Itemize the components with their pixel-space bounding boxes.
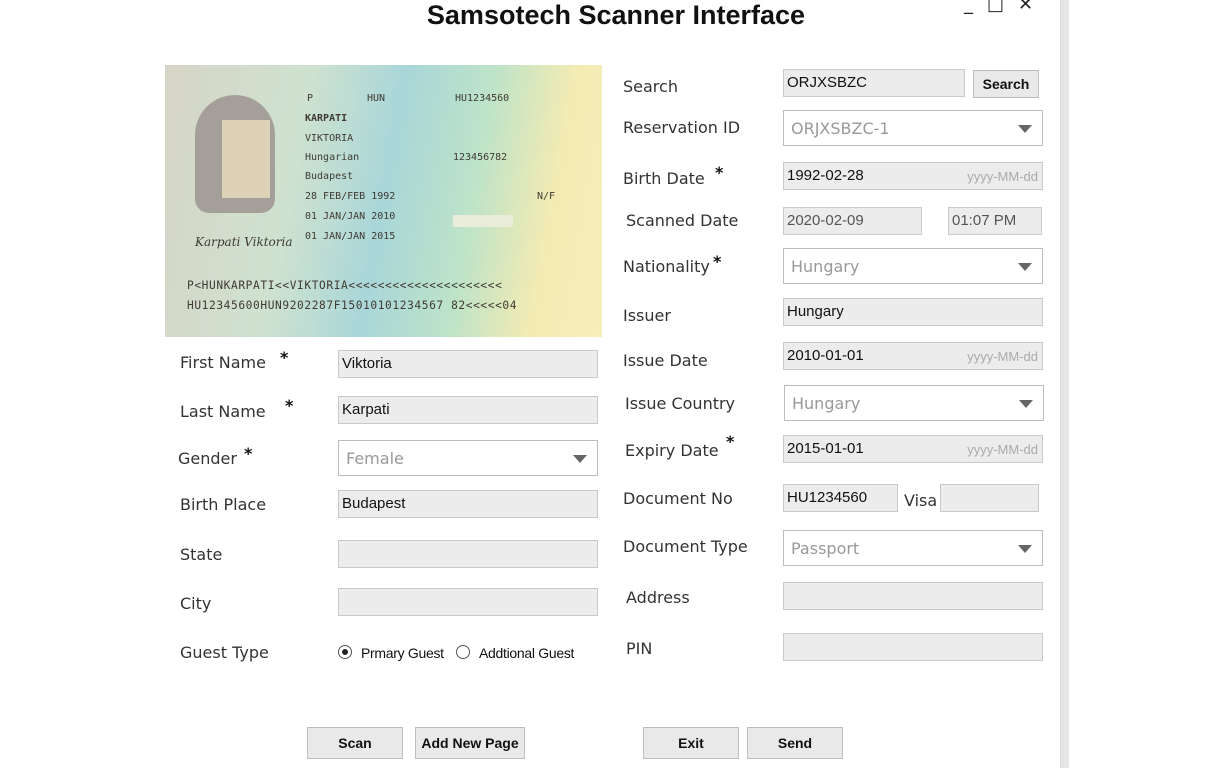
gender-select-value: Female <box>346 449 404 468</box>
window-right-border <box>1060 0 1069 768</box>
address-field[interactable] <box>783 582 1043 610</box>
last-name-field[interactable]: Karpati <box>338 396 598 424</box>
nationality-required-mark: * <box>713 252 722 271</box>
nationality-value: Hungary <box>791 257 860 276</box>
expiry-date-field[interactable]: 2015-01-01 yyyy-MM-dd <box>783 435 1043 463</box>
gender-label: Gender <box>178 449 237 468</box>
first-name-field[interactable]: Viktoria <box>338 350 598 378</box>
nationality-label: Nationality <box>623 257 710 276</box>
passport-surname: KARPATI <box>305 113 348 124</box>
issuer-field[interactable]: Hungary <box>783 298 1043 326</box>
reservation-id-value: ORJXSBZC-1 <box>791 119 890 138</box>
chevron-down-icon <box>1019 400 1033 408</box>
nationality-select[interactable]: Hungary <box>783 248 1043 284</box>
passport-mrz-line2: HU12345600HUN9202287F15010101234567 82<<… <box>187 299 518 312</box>
pin-label: PIN <box>626 639 653 658</box>
search-label: Search <box>623 77 678 96</box>
birth-place-field[interactable]: Budapest <box>338 490 598 518</box>
birth-date-format-hint: yyyy-MM-dd <box>967 169 1038 184</box>
additional-guest-label[interactable]: Addtional Guest <box>479 645 574 661</box>
passport-birth-date: 28 FEB/FEB 1992 <box>305 191 396 202</box>
first-name-label: First Name <box>180 353 266 372</box>
document-no-field[interactable]: HU1234560 <box>783 484 898 512</box>
expiry-date-label: Expiry Date <box>625 441 719 460</box>
state-field[interactable] <box>338 540 598 568</box>
scanned-time-field[interactable]: 01:07 PM <box>948 207 1042 235</box>
city-label: City <box>180 594 212 613</box>
issue-country-value: Hungary <box>792 394 861 413</box>
issue-country-label: Issue Country <box>625 394 736 413</box>
visa-label: Visa <box>904 491 938 510</box>
chevron-down-icon <box>1018 263 1032 271</box>
birth-date-field[interactable]: 1992-02-28 yyyy-MM-dd <box>783 162 1043 190</box>
passport-birth-place: Budapest <box>305 171 354 182</box>
passport-expiry-date: 01 JAN/JAN 2015 <box>305 231 396 242</box>
document-type-select[interactable]: Passport <box>783 530 1043 566</box>
issue-date-format-hint: yyyy-MM-dd <box>967 349 1038 364</box>
passport-personal-number: 123456782 <box>453 152 508 163</box>
state-label: State <box>180 545 223 564</box>
issue-country-select[interactable]: Hungary <box>784 385 1044 421</box>
last-name-required-mark: * <box>285 396 294 415</box>
passport-country-code: HUN <box>367 93 386 104</box>
send-button[interactable]: Send <box>747 727 843 759</box>
pin-field[interactable] <box>783 633 1043 661</box>
chevron-down-icon <box>1018 125 1032 133</box>
passport-type-code: P <box>307 93 314 104</box>
expiry-date-required-mark: * <box>726 432 735 451</box>
additional-guest-radio[interactable] <box>456 645 470 659</box>
document-type-value: Passport <box>791 539 860 558</box>
reservation-id-label: Reservation ID <box>623 118 741 137</box>
gender-required-mark: * <box>244 444 253 463</box>
passport-scan-image: P HUN HU1234560 KARPATI VIKTORIA Hungari… <box>165 65 602 337</box>
last-name-label: Last Name <box>180 402 266 421</box>
passport-doc-number: HU1234560 <box>455 93 510 104</box>
issuer-label: Issuer <box>623 306 671 325</box>
city-field[interactable] <box>338 588 598 616</box>
chevron-down-icon <box>573 455 587 463</box>
expiry-date-format-hint: yyyy-MM-dd <box>967 442 1038 457</box>
issue-date-value: 2010-01-01 <box>787 347 864 364</box>
add-new-page-button[interactable]: Add New Page <box>415 727 525 759</box>
search-button[interactable]: Search <box>973 70 1039 98</box>
birth-date-required-mark: * <box>715 163 724 182</box>
passport-mrz-line1: P<HUNKARPATI<<VIKTORIA<<<<<<<<<<<<<<<<<<… <box>187 279 503 292</box>
primary-guest-radio[interactable] <box>338 645 352 659</box>
birth-date-label: Birth Date <box>623 169 705 188</box>
window-title: Samsotech Scanner Interface <box>426 0 806 30</box>
passport-given-name: VIKTORIA <box>305 133 354 144</box>
visa-field[interactable] <box>940 484 1039 512</box>
reservation-id-select[interactable]: ORJXSBZC-1 <box>783 110 1043 146</box>
passport-signature: Karpati Viktoria <box>195 235 293 249</box>
passport-issue-date: 01 JAN/JAN 2010 <box>305 211 396 222</box>
issue-date-label: Issue Date <box>623 351 708 370</box>
passport-authority-box <box>453 215 513 227</box>
document-type-label: Document Type <box>623 537 748 556</box>
exit-button[interactable]: Exit <box>643 727 739 759</box>
search-input[interactable]: ORJXSBZC <box>783 69 965 97</box>
scan-button[interactable]: Scan <box>307 727 403 759</box>
primary-guest-label[interactable]: Prmary Guest <box>361 645 444 661</box>
scanned-date-label: Scanned Date <box>626 211 739 230</box>
scanned-date-field[interactable]: 2020-02-09 <box>783 207 922 235</box>
birth-place-label: Birth Place <box>180 495 267 514</box>
passport-photo-redacted <box>222 120 270 198</box>
document-no-label: Document No <box>623 489 733 508</box>
passport-nationality: Hungarian <box>305 152 360 163</box>
expiry-date-value: 2015-01-01 <box>787 440 864 457</box>
issue-date-field[interactable]: 2010-01-01 yyyy-MM-dd <box>783 342 1043 370</box>
address-label: Address <box>626 588 690 607</box>
gender-select[interactable]: Female <box>338 440 598 476</box>
birth-date-value: 1992-02-28 <box>787 167 864 184</box>
first-name-required-mark: * <box>280 348 289 367</box>
passport-sex: N/F <box>537 191 556 202</box>
chevron-down-icon <box>1018 545 1032 553</box>
guest-type-label: Guest Type <box>180 643 269 662</box>
